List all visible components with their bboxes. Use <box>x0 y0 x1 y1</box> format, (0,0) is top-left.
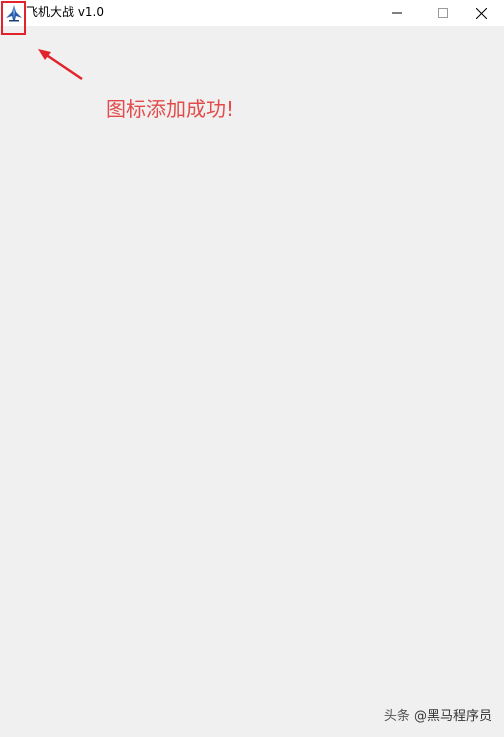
window-title: 飞机大战 v1.0 <box>26 5 105 19</box>
annotation-text: 图标添加成功! <box>106 97 235 121</box>
icon-highlight-box <box>1 1 26 35</box>
title-bar[interactable]: 飞机大战 v1.0 <box>0 0 504 26</box>
close-button[interactable] <box>458 0 504 26</box>
maximize-icon <box>438 8 448 18</box>
close-icon <box>475 7 487 19</box>
minimize-button[interactable] <box>374 0 420 26</box>
watermark-handle: @黑马程序员 <box>413 709 492 724</box>
minimize-icon <box>392 12 402 14</box>
arrow-icon <box>38 49 83 81</box>
watermark: 头条 @黑马程序员 <box>384 708 492 726</box>
app-window: 飞机大战 v1.0 图标添加成功! 头条 @黑马程序员 <box>0 0 504 737</box>
watermark-prefix: 头条 <box>383 709 410 724</box>
